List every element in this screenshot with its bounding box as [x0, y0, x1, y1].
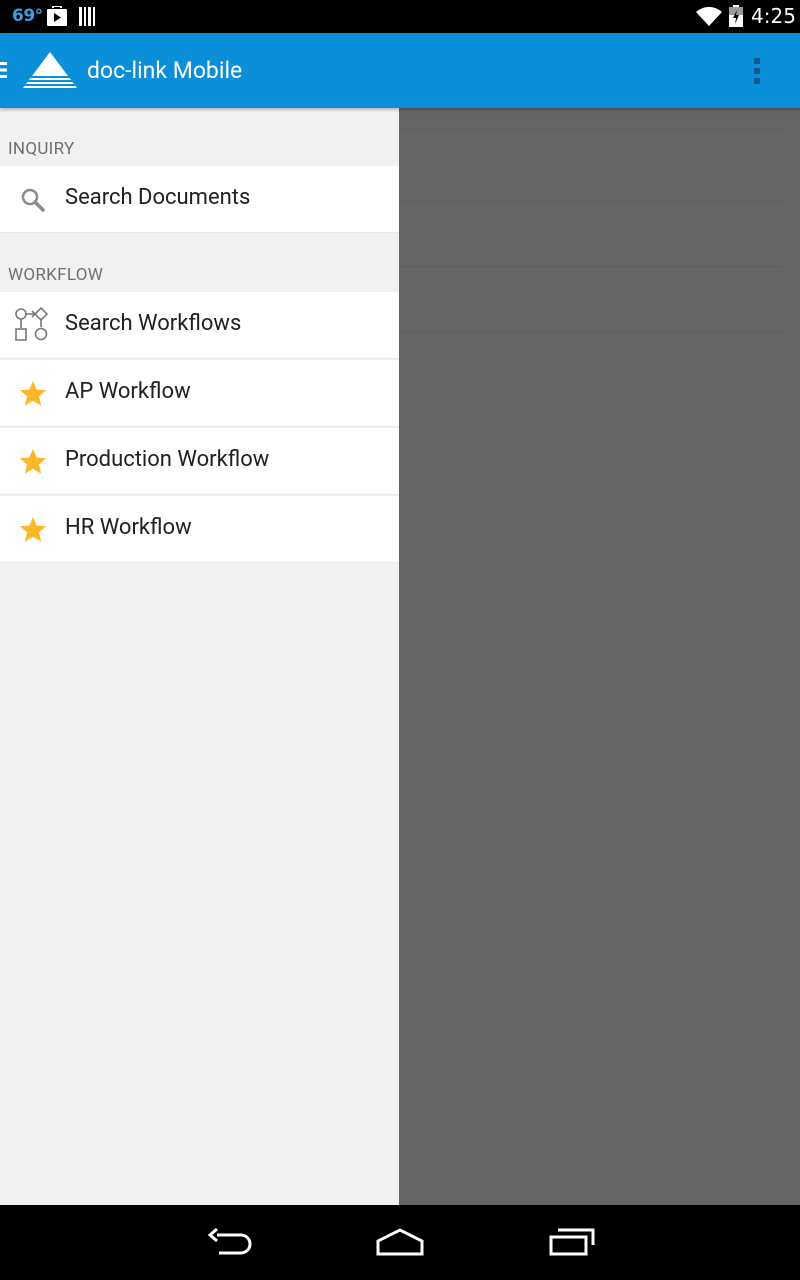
list-divider	[400, 129, 782, 130]
drawer-item-hr-workflow[interactable]: HR Workflow	[0, 496, 399, 563]
doc-link-logo-icon[interactable]	[20, 50, 80, 90]
system-nav-bar	[0, 1205, 800, 1280]
drawer-item-search-workflows[interactable]: Search Workflows	[0, 292, 399, 359]
list-divider	[400, 331, 782, 332]
app-title: doc-link Mobile	[87, 57, 243, 84]
section-header-inquiry: INQUIRY	[8, 139, 75, 159]
drawer-item-ap-workflow[interactable]: AP Workflow	[0, 360, 399, 427]
overflow-menu-icon[interactable]	[752, 56, 762, 86]
list-divider	[400, 266, 782, 267]
play-store-icon	[47, 6, 67, 26]
recents-icon[interactable]	[548, 1227, 596, 1257]
star-icon	[20, 517, 46, 542]
navigation-drawer: INQUIRY Search Documents WORKFLOW Search…	[0, 108, 399, 1205]
wifi-icon	[696, 6, 722, 26]
star-icon	[20, 381, 46, 406]
drawer-item-search-documents[interactable]: Search Documents	[0, 166, 399, 233]
drawer-item-production-workflow[interactable]: Production Workflow	[0, 428, 399, 495]
section-header-workflow: WORKFLOW	[8, 265, 104, 285]
drawer-item-label: HR Workflow	[65, 515, 192, 540]
drawer-item-label: Production Workflow	[65, 447, 270, 472]
status-bar: 69° 4:25	[0, 0, 800, 33]
drawer-item-label: AP Workflow	[65, 379, 191, 404]
drawer-item-label: Search Documents	[65, 185, 251, 210]
clock-text: 4:25	[751, 4, 796, 28]
app-bar: doc-link Mobile	[0, 33, 800, 108]
list-divider	[400, 201, 782, 202]
drawer-item-label: Search Workflows	[65, 311, 242, 336]
star-icon	[20, 449, 46, 474]
battery-icon	[729, 5, 743, 27]
back-icon[interactable]	[207, 1227, 253, 1257]
home-icon[interactable]	[375, 1227, 425, 1257]
workflow-icon	[15, 307, 49, 341]
barcode-icon	[79, 7, 95, 26]
temperature-text: 69°	[12, 6, 43, 26]
search-icon	[21, 188, 45, 212]
drawer-menu-icon[interactable]	[0, 60, 8, 80]
